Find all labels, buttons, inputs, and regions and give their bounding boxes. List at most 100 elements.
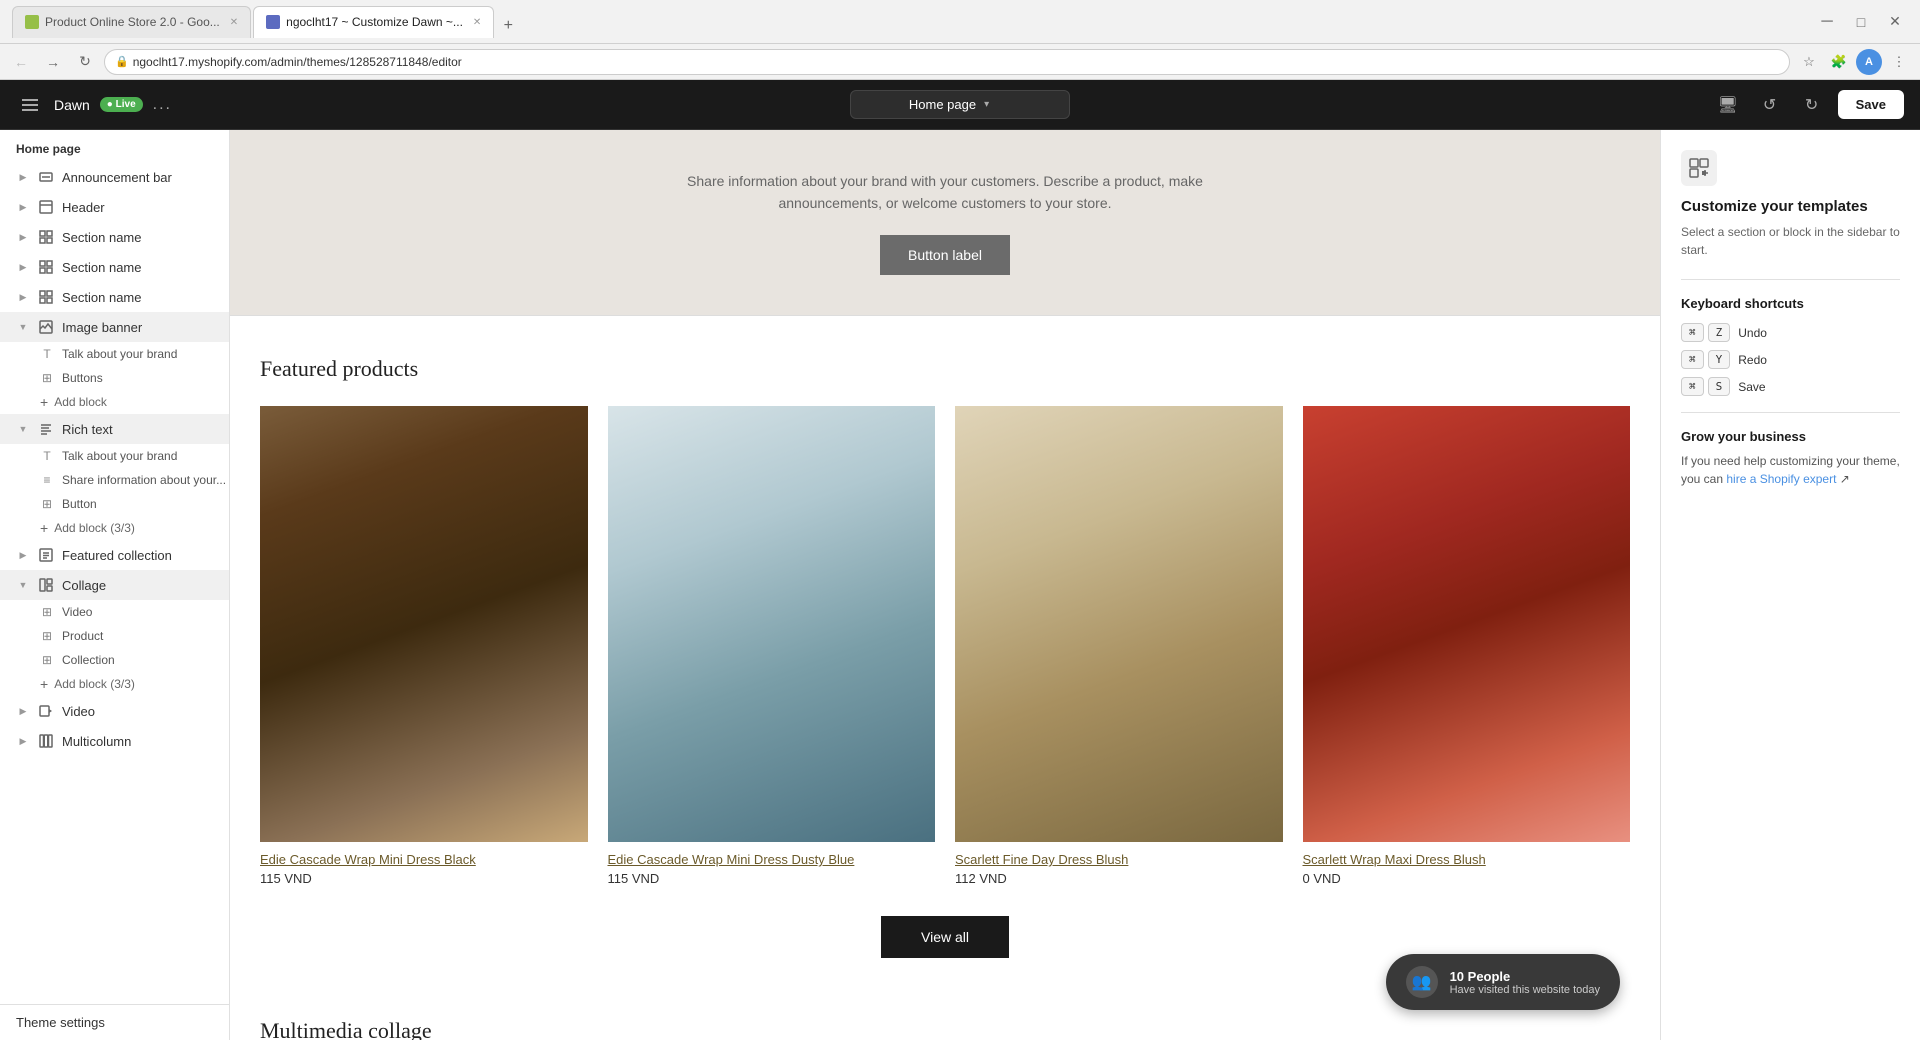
menu-icon[interactable]: ⋮	[1886, 49, 1912, 75]
header-icon	[38, 199, 54, 215]
toast-notification: 👥 10 People Have visited this website to…	[1386, 954, 1620, 1010]
back-button[interactable]: ←	[8, 49, 34, 75]
expand-icon: ▶	[16, 548, 30, 562]
rt-button-icon: ⊞	[40, 497, 54, 511]
tab2-label: ngoclht17 ~ Customize Dawn ~...	[286, 15, 463, 29]
tab2-close[interactable]: ✕	[473, 17, 481, 28]
undo-button[interactable]: ↺	[1754, 89, 1786, 121]
hire-shopify-expert-link[interactable]: hire a Shopify expert	[1726, 472, 1836, 486]
bookmark-icon[interactable]: ☆	[1796, 49, 1822, 75]
featured-products-section: Featured products Edie Cascade Wrap Mini…	[230, 316, 1660, 999]
sidebar-sub-item-col-product[interactable]: ⊞ Product	[0, 624, 229, 648]
sidebar-item-multicolumn[interactable]: ▶ Multicolumn	[0, 726, 229, 756]
hero-button[interactable]: Button label	[880, 235, 1010, 275]
right-panel: Customize your templates Select a sectio…	[1660, 130, 1920, 1040]
account-icon[interactable]: A	[1856, 49, 1882, 75]
sidebar-item-section-name-1[interactable]: ▶ Section name	[0, 222, 229, 252]
save-button[interactable]: Save	[1838, 90, 1904, 119]
collage-add-block[interactable]: + Add block (3/3)	[0, 672, 229, 696]
address-bar[interactable]: 🔒 ngoclht17.myshopify.com/admin/themes/1…	[104, 49, 1790, 75]
rich-text-add-block[interactable]: + Add block (3/3)	[0, 516, 229, 540]
save-shortcut-label: Save	[1738, 380, 1765, 394]
product-card-4[interactable]: Scarlett Wrap Maxi Dress Blush 0 VND	[1303, 406, 1631, 887]
app-toolbar: Dawn ● Live ... Home page ▾ 🖥 ↺ ↻ Save	[0, 80, 1920, 130]
rt-talk-label: Talk about your brand	[62, 449, 177, 463]
forward-button[interactable]: →	[40, 49, 66, 75]
sidebar-sub-item-rt-share[interactable]: ≡ Share information about your...	[0, 468, 229, 492]
add-block-label: Add block	[54, 395, 107, 409]
redo-button[interactable]: ↻	[1796, 89, 1828, 121]
device-preview-button[interactable]: 🖥	[1712, 89, 1744, 121]
hero-text: Share information about your brand with …	[645, 170, 1245, 215]
maximize-button[interactable]: □	[1848, 9, 1874, 35]
tab1-close[interactable]: ✕	[230, 17, 238, 28]
product-card-1[interactable]: Edie Cascade Wrap Mini Dress Black 115 V…	[260, 406, 588, 887]
panel-title: Customize your templates	[1681, 198, 1900, 215]
sidebar-sub-item-rt-talk[interactable]: T Talk about your brand	[0, 444, 229, 468]
product-price-1: 115 VND	[260, 871, 588, 886]
sidebar-item-header[interactable]: ▶ Header	[0, 192, 229, 222]
rich-text-label: Rich text	[62, 422, 219, 437]
minimize-button[interactable]: ─	[1814, 9, 1840, 35]
toolbar-more-button[interactable]: ...	[153, 96, 172, 114]
sidebar-item-section-name-2[interactable]: ▶ Section name	[0, 252, 229, 282]
sidebar-item-section-name-3[interactable]: ▶ Section name	[0, 282, 229, 312]
theme-settings-link[interactable]: Theme settings	[0, 1004, 229, 1040]
tab1-favicon	[25, 15, 39, 29]
product-card-2[interactable]: Edie Cascade Wrap Mini Dress Dusty Blue …	[608, 406, 936, 887]
new-tab-button[interactable]: +	[496, 14, 520, 38]
toolbar-right: 🖥 ↺ ↻ Save	[1704, 89, 1904, 121]
tab2-favicon	[266, 15, 280, 29]
product-name-2[interactable]: Edie Cascade Wrap Mini Dress Dusty Blue	[608, 852, 936, 867]
sidebar-item-image-banner[interactable]: ▼ Image banner	[0, 312, 229, 342]
dress-figure-3	[955, 406, 1283, 843]
view-all-button[interactable]: View all	[881, 916, 1009, 958]
undo-key-z: Z	[1708, 323, 1731, 342]
sidebar-toggle-button[interactable]	[16, 91, 44, 119]
grow-title: Grow your business	[1681, 429, 1900, 444]
video-icon	[38, 703, 54, 719]
page-selector-dropdown[interactable]: Home page ▾	[850, 90, 1070, 119]
save-keys: ⌘ S	[1681, 377, 1730, 396]
col-video-label: Video	[62, 605, 92, 619]
sidebar-item-collage[interactable]: ▼ Collage	[0, 570, 229, 600]
col-video-icon: ⊞	[40, 605, 54, 619]
add-icon-3: +	[40, 676, 48, 692]
sidebar-item-rich-text[interactable]: ▼ Rich text	[0, 414, 229, 444]
close-browser-button[interactable]: ✕	[1882, 9, 1908, 35]
sidebar-sub-item-col-collection[interactable]: ⊞ Collection	[0, 648, 229, 672]
product-name-1[interactable]: Edie Cascade Wrap Mini Dress Black	[260, 852, 588, 867]
expand-icon: ▶	[16, 170, 30, 184]
panel-divider-1	[1681, 279, 1900, 280]
expand-icon: ▼	[16, 578, 30, 592]
product-image-4	[1303, 406, 1631, 843]
sidebar-item-featured-collection[interactable]: ▶ Featured collection	[0, 540, 229, 570]
featured-collection-label: Featured collection	[62, 548, 219, 563]
product-name-4[interactable]: Scarlett Wrap Maxi Dress Blush	[1303, 852, 1631, 867]
sidebar-sub-item-talk-about-brand[interactable]: T Talk about your brand	[0, 342, 229, 366]
sidebar-item-video[interactable]: ▶ Video	[0, 696, 229, 726]
lock-icon: 🔒	[115, 55, 129, 68]
grow-text: If you need help customizing your theme,…	[1681, 452, 1900, 488]
tab1-label: Product Online Store 2.0 - Goo...	[45, 15, 220, 29]
product-image-1	[260, 406, 588, 843]
sidebar-sub-item-rt-button[interactable]: ⊞ Button	[0, 492, 229, 516]
main-area: Home page ▶ Announcement bar ▶ Header ▶	[0, 130, 1920, 1040]
browser-nav-bar: ← → ↻ 🔒 ngoclht17.myshopify.com/admin/th…	[0, 44, 1920, 80]
header-label: Header	[62, 200, 219, 215]
section-name-1-icon	[38, 229, 54, 245]
browser-tab-2[interactable]: ngoclht17 ~ Customize Dawn ~... ✕	[253, 6, 494, 38]
col-product-icon: ⊞	[40, 629, 54, 643]
sidebar-section-title: Home page	[0, 130, 229, 162]
browser-tab-1[interactable]: Product Online Store 2.0 - Goo... ✕	[12, 6, 251, 38]
featured-collection-icon	[38, 547, 54, 563]
sidebar-sub-item-col-video[interactable]: ⊞ Video	[0, 600, 229, 624]
sidebar-sub-item-buttons[interactable]: ⊞ Buttons	[0, 366, 229, 390]
image-banner-add-block[interactable]: + Add block	[0, 390, 229, 414]
product-card-3[interactable]: Scarlett Fine Day Dress Blush 112 VND	[955, 406, 1283, 887]
product-name-3[interactable]: Scarlett Fine Day Dress Blush	[955, 852, 1283, 867]
sidebar-item-announcement-bar[interactable]: ▶ Announcement bar	[0, 162, 229, 192]
reload-button[interactable]: ↻	[72, 49, 98, 75]
extensions-icon[interactable]: 🧩	[1826, 49, 1852, 75]
dress-figure-4	[1303, 406, 1631, 843]
